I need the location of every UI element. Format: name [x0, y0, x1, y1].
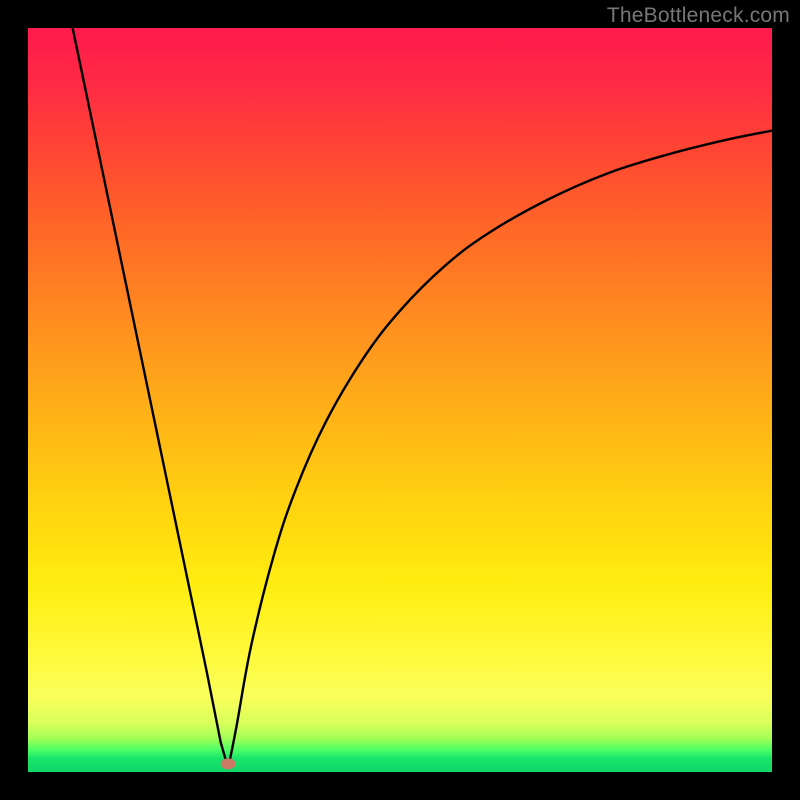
curve-path: [73, 28, 772, 768]
chart-frame: TheBottleneck.com: [0, 0, 800, 800]
curve-overlay: [28, 28, 772, 772]
watermark-text: TheBottleneck.com: [607, 4, 790, 28]
plot-area: [28, 28, 772, 772]
minimum-marker: [221, 758, 236, 769]
